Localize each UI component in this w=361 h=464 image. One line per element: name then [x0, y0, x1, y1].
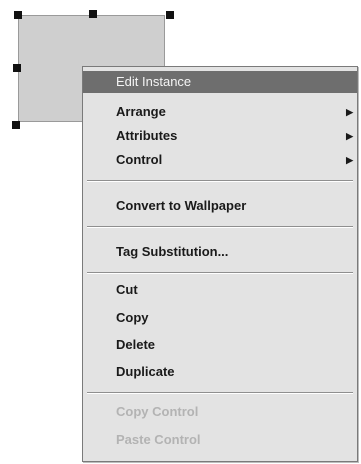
selection-handle-middle-left[interactable] [13, 64, 21, 72]
menu-item-copy[interactable]: Copy [83, 307, 357, 329]
menu-item-label: Cut [116, 282, 138, 297]
menu-item-edit-instance[interactable]: Edit Instance [83, 71, 357, 93]
selection-handle-bottom-left[interactable] [12, 121, 20, 129]
submenu-arrow-icon: ▶ [346, 155, 353, 165]
menu-separator [87, 272, 353, 274]
menu-item-paste-control: Paste Control [83, 429, 357, 451]
menu-separator [87, 226, 353, 228]
selection-handle-top-right[interactable] [166, 11, 174, 19]
menu-item-copy-control: Copy Control [83, 401, 357, 423]
selection-handle-top-middle[interactable] [89, 10, 97, 18]
menu-item-label: Tag Substitution... [116, 244, 229, 259]
menu-item-arrange[interactable]: Arrange ▶ [83, 101, 357, 123]
selection-handle-top-left[interactable] [14, 11, 22, 19]
menu-item-label: Control [116, 152, 163, 167]
menu-item-label: Delete [116, 337, 156, 352]
menu-item-tag-substitution[interactable]: Tag Substitution... [83, 241, 357, 263]
menu-item-label: Copy Control [116, 404, 199, 419]
menu-item-label: Attributes [116, 128, 178, 143]
submenu-arrow-icon: ▶ [346, 131, 353, 141]
menu-item-cut[interactable]: Cut [83, 279, 357, 301]
menu-item-convert-to-wallpaper[interactable]: Convert to Wallpaper [83, 195, 357, 217]
submenu-arrow-icon: ▶ [346, 107, 353, 117]
menu-separator [87, 392, 353, 394]
menu-item-label: Paste Control [116, 432, 201, 447]
menu-item-delete[interactable]: Delete [83, 334, 357, 356]
menu-item-label: Convert to Wallpaper [116, 198, 247, 213]
menu-item-label: Edit Instance [116, 74, 192, 89]
menu-item-label: Copy [116, 310, 149, 325]
menu-item-label: Duplicate [116, 364, 175, 379]
menu-item-attributes[interactable]: Attributes ▶ [83, 125, 357, 147]
menu-item-duplicate[interactable]: Duplicate [83, 361, 357, 383]
context-menu: Edit Instance Arrange ▶ Attributes ▶ Con… [82, 66, 358, 462]
menu-item-label: Arrange [116, 104, 166, 119]
menu-separator [87, 180, 353, 182]
menu-item-control[interactable]: Control ▶ [83, 149, 357, 171]
